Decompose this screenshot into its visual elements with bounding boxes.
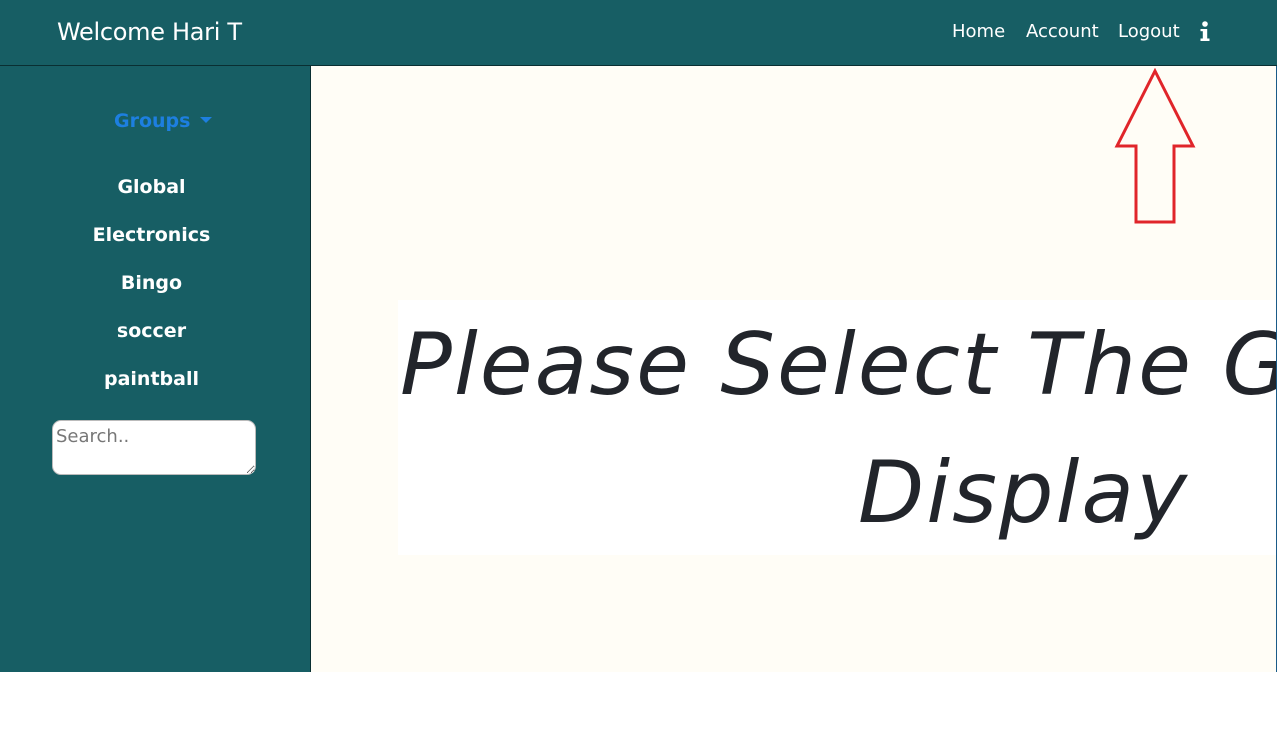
group-item-global[interactable]: Global [0,174,303,200]
banner-text-line-1: Please Select The G [400,315,1277,415]
caret-down-icon [200,117,213,123]
nav-logout-link[interactable]: Logout [1118,19,1180,45]
groups-dropdown-label: Groups [114,110,191,132]
group-item-soccer[interactable]: soccer [0,318,303,344]
welcome-title: Welcome Hari T [57,18,242,46]
main-content: Please Select The G Display [311,66,1277,672]
group-item-electronics[interactable]: Electronics [0,222,303,248]
search-input[interactable] [52,420,256,475]
select-group-banner: Please Select The G Display [398,300,1277,555]
group-item-paintball[interactable]: paintball [0,366,303,392]
banner-text-line-2: Display [858,443,1189,543]
nav-home-link[interactable]: Home [952,19,1005,45]
top-navbar: Welcome Hari T Home Account Logout [0,0,1277,66]
info-icon[interactable] [1198,21,1212,43]
groups-sidebar: Groups Global Electronics Bingo soccer p… [0,66,311,672]
group-item-bingo[interactable]: Bingo [0,270,303,296]
groups-dropdown-toggle[interactable]: Groups [114,108,213,134]
nav-account-link[interactable]: Account [1026,19,1099,45]
